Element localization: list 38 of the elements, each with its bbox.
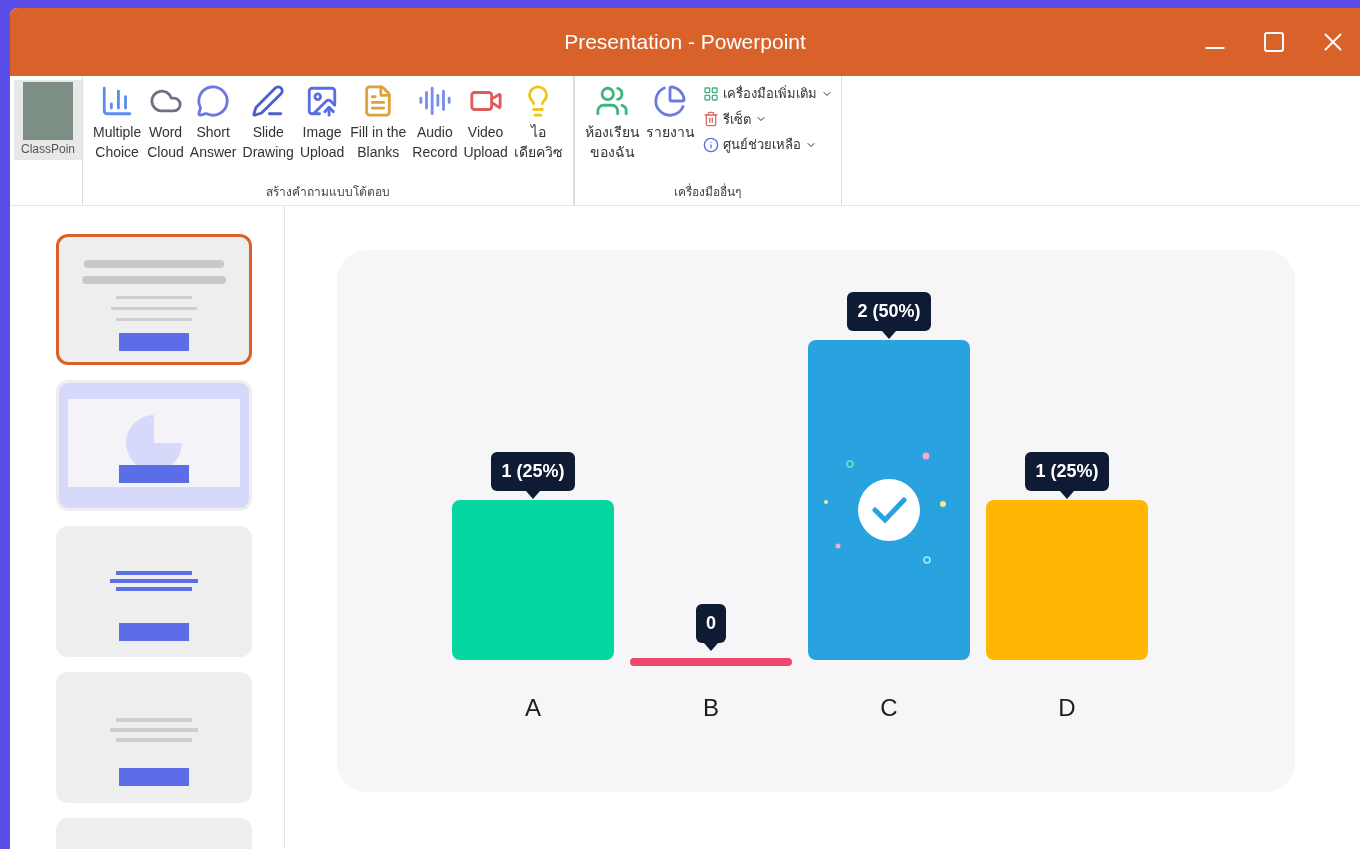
draw-icon xyxy=(251,84,286,118)
classpoint-button[interactable]: ClassPoin xyxy=(14,80,82,160)
ribbon-button[interactable]: Fill in the Blanks xyxy=(348,84,409,183)
slide-thumbnail[interactable] xyxy=(56,234,252,365)
slide-thumbnail[interactable] xyxy=(56,526,252,657)
percent-label: (25%) xyxy=(1050,460,1099,483)
category-label: C xyxy=(880,693,898,723)
value-label: 2 xyxy=(857,300,868,323)
ribbon-button[interactable]: Video Upload xyxy=(461,84,510,183)
ribbon-button[interactable]: Multiple Choice xyxy=(91,84,144,183)
ribbon-menu-button[interactable]: เครื่องมือเพิ่มเติม xyxy=(702,84,833,104)
ribbon-button[interactable]: Image Upload xyxy=(297,84,347,183)
avatar-placeholder xyxy=(23,82,73,140)
category-label: A xyxy=(525,693,541,723)
ribbon-button[interactable]: ห้องเรียน ของฉัน xyxy=(582,84,642,183)
maximize-icon[interactable] xyxy=(1262,30,1286,54)
ribbon-menu-button[interactable]: รีเซ็ต xyxy=(702,109,833,129)
slide-thumbnail[interactable] xyxy=(56,380,252,511)
window-title: Presentation - Powerpoint xyxy=(564,29,806,56)
percent-label: (25%) xyxy=(516,460,565,483)
ribbon-button[interactable]: Slide Drawing xyxy=(240,84,296,183)
group-label: สร้างคำถามแบบโต้ตอบ xyxy=(264,184,391,201)
category-label: D xyxy=(1058,693,1076,723)
ribbon-button[interactable]: Short Answer xyxy=(187,84,239,183)
ribbon-button[interactable]: ไอ เดียควิซ xyxy=(511,84,565,183)
ribbon-menu-button[interactable]: ศูนย์ช่วยเหลือ xyxy=(702,135,833,155)
category-label: B xyxy=(703,693,719,723)
ribbon-button[interactable]: Audio Record xyxy=(410,84,460,183)
value-label: 0 xyxy=(706,612,716,635)
percent-label: (50%) xyxy=(872,300,921,323)
audio-icon xyxy=(417,84,452,118)
slide-thumbnail[interactable] xyxy=(56,672,252,803)
chat-icon xyxy=(196,84,231,118)
value-label: 1 xyxy=(1035,460,1046,483)
value-label: 1 xyxy=(501,460,512,483)
ribbon-button[interactable]: รายงาน xyxy=(643,84,697,183)
group-label: เครื่องมืออื่นๆ xyxy=(673,183,743,201)
ribbon-button[interactable]: Word Cloud xyxy=(145,84,186,183)
